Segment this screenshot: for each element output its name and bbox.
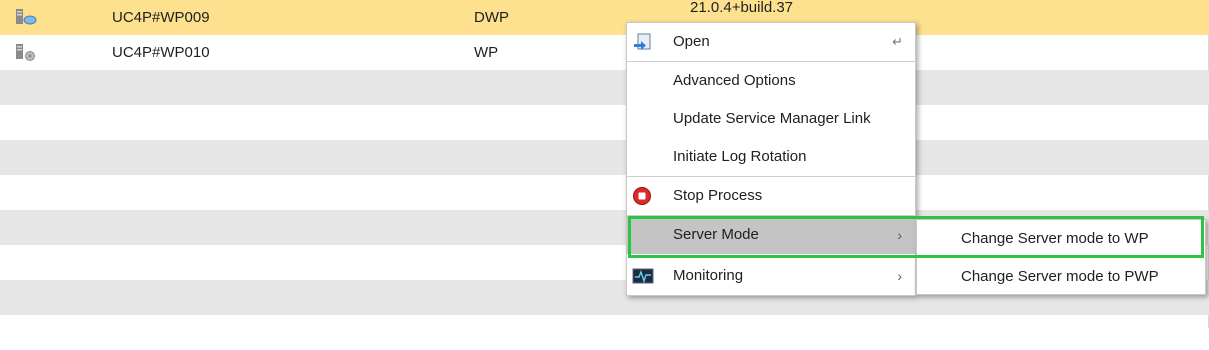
menu-item-label: Change Server mode to PWP xyxy=(961,268,1159,285)
menu-item-label: Advanced Options xyxy=(673,72,796,89)
menu-item-update-service-manager-link[interactable]: Update Service Manager Link xyxy=(627,100,915,138)
menu-item-advanced-options[interactable]: Advanced Options xyxy=(627,62,915,100)
menu-item-open[interactable]: Open ↵ xyxy=(627,23,915,61)
empty-row xyxy=(0,175,1209,210)
menu-item-label: Update Service Manager Link xyxy=(673,110,871,127)
menu-item-label: Initiate Log Rotation xyxy=(673,148,807,165)
empty-row xyxy=(0,315,1209,350)
table-row[interactable]: UC4P#WP010 WP xyxy=(0,35,1209,70)
process-name: UC4P#WP009 xyxy=(112,9,210,26)
menu-item-label: Open xyxy=(673,33,710,50)
menu-item-label: Change Server mode to WP xyxy=(961,230,1149,247)
menu-item-label: Stop Process xyxy=(673,187,763,204)
server-mode-submenu: Change Server mode to WP Change Server m… xyxy=(916,219,1206,295)
chevron-right-icon: › xyxy=(897,268,902,284)
menu-item-stop-process[interactable]: Stop Process xyxy=(627,177,915,215)
process-name: UC4P#WP010 xyxy=(112,44,210,61)
menu-item-label: Server Mode xyxy=(673,226,759,243)
monitoring-icon xyxy=(632,268,654,284)
process-type: WP xyxy=(474,44,499,61)
empty-row xyxy=(0,70,1209,105)
menu-item-change-to-pwp[interactable]: Change Server mode to PWP xyxy=(917,258,1205,296)
empty-row xyxy=(0,140,1209,175)
menu-item-monitoring[interactable]: Monitoring › xyxy=(627,257,915,295)
menu-item-server-mode[interactable]: Server Mode › xyxy=(627,216,915,254)
open-icon xyxy=(634,33,651,50)
server-inactive-icon xyxy=(16,44,35,61)
enter-key-icon: ↵ xyxy=(892,34,903,49)
context-menu: Open ↵ Advanced Options Update Service M… xyxy=(626,22,916,296)
stop-icon xyxy=(633,187,651,205)
menu-item-label: Monitoring xyxy=(673,267,744,284)
menu-item-initiate-log-rotation[interactable]: Initiate Log Rotation xyxy=(627,138,915,176)
server-active-icon xyxy=(16,9,37,25)
chevron-right-icon: › xyxy=(897,227,902,243)
empty-row xyxy=(0,105,1209,140)
table-row[interactable]: UC4P#WP009 DWP 21.0.4+build.37 xyxy=(0,0,1209,35)
process-type: DWP xyxy=(474,9,509,26)
menu-item-change-to-wp[interactable]: Change Server mode to WP xyxy=(917,220,1205,258)
